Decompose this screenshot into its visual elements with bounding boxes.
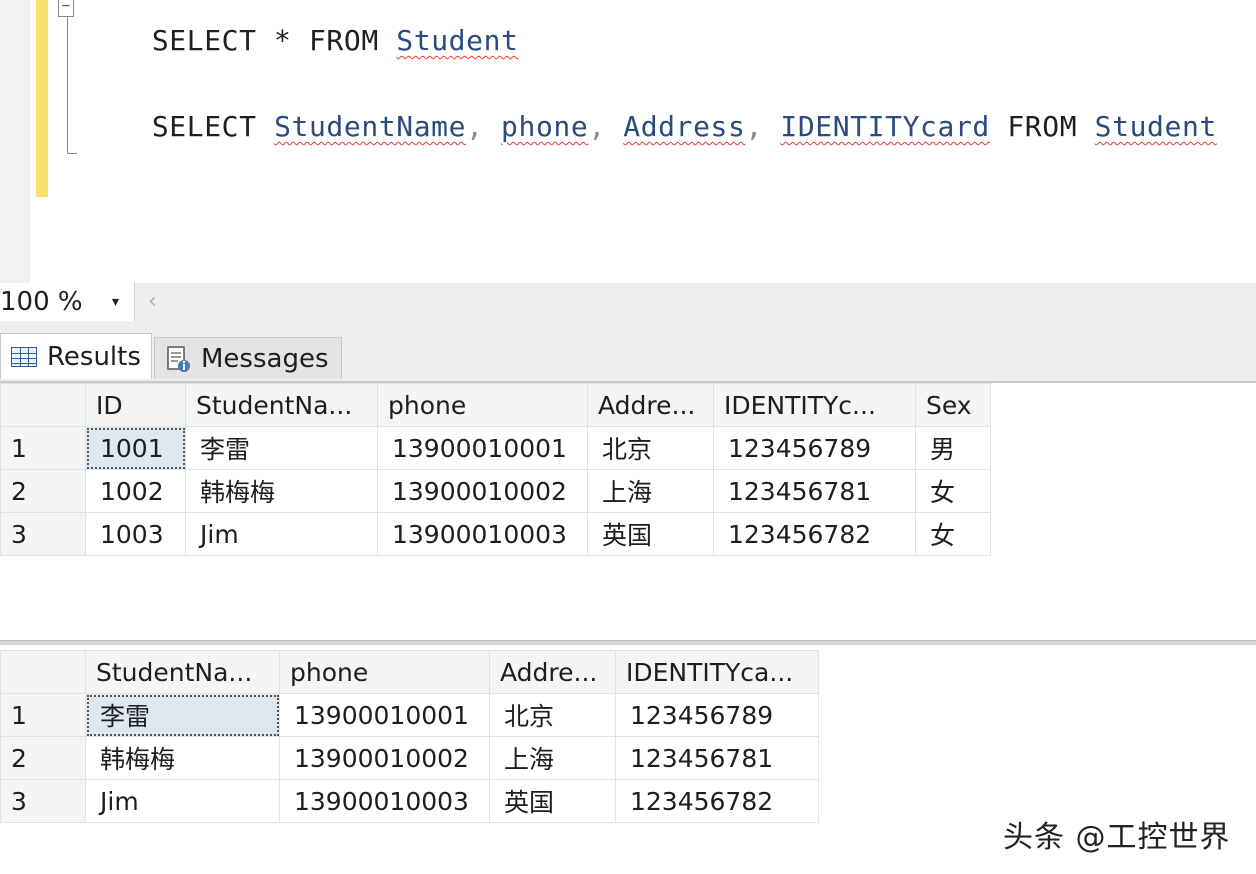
code-line-2[interactable]: SELECT StudentName, phone, Address, IDEN… (82, 76, 1217, 178)
table-cell[interactable]: 英国 (489, 779, 616, 823)
keyword-from: FROM (1007, 110, 1078, 143)
table-cell[interactable]: 李雷 (85, 693, 280, 737)
table-cell[interactable]: 123456781 (615, 736, 819, 780)
operator-star: * (256, 24, 309, 57)
comma: , (745, 110, 781, 143)
row-number[interactable]: 2 (0, 736, 86, 780)
fold-guide-end (67, 153, 77, 154)
results-grid-1[interactable]: ID StudentNa... phone Addre... IDENTITYc… (0, 383, 991, 556)
table-row: 2 1002 韩梅梅 13900010002 上海 123456781 女 (0, 469, 991, 513)
tab-messages-label: Messages (201, 343, 329, 374)
column-header-phone[interactable]: phone (377, 383, 588, 427)
results-pane-splitter[interactable] (0, 640, 1256, 645)
keyword-select: SELECT (151, 110, 257, 143)
identifier-phone: phone (501, 110, 589, 143)
row-number[interactable]: 1 (0, 693, 86, 737)
table-cell[interactable]: 韩梅梅 (85, 736, 280, 780)
column-header-studentname[interactable]: StudentNa... (185, 383, 378, 427)
table-cell[interactable]: 北京 (587, 426, 714, 470)
identifier-address: Address (623, 110, 746, 143)
table-cell[interactable]: 英国 (587, 512, 714, 556)
table-row: 2 韩梅梅 13900010002 上海 123456781 (0, 736, 819, 780)
editor-gutter (0, 0, 30, 283)
column-header-sex[interactable]: Sex (915, 383, 991, 427)
column-header-id[interactable]: ID (85, 383, 186, 427)
messages-icon (165, 345, 191, 373)
row-number[interactable]: 1 (0, 426, 86, 470)
row-number[interactable]: 2 (0, 469, 86, 513)
grid-header-row: ID StudentNa... phone Addre... IDENTITYc… (0, 383, 991, 427)
table-cell[interactable]: 13900010002 (377, 469, 588, 513)
collapse-region-icon[interactable]: − (58, 0, 74, 17)
table-row: 3 Jim 13900010003 英国 123456782 (0, 779, 819, 823)
table-cell[interactable]: 13900010003 (377, 512, 588, 556)
zoom-value: 100 % (0, 287, 83, 317)
table-cell[interactable]: 男 (915, 426, 991, 470)
table-cell[interactable]: 123456781 (713, 469, 916, 513)
keyword-select: SELECT (151, 24, 257, 57)
grid-header-row: StudentNa... phone Addre... IDENTITYca..… (0, 650, 819, 694)
table-cell[interactable]: 李雷 (185, 426, 378, 470)
table-row: 1 1001 李雷 13900010001 北京 123456789 男 (0, 426, 991, 470)
identifier-student: Student (1094, 110, 1217, 143)
tab-results[interactable]: Results (0, 333, 152, 379)
table-cell[interactable]: 123456782 (713, 512, 916, 556)
results-grid-2[interactable]: StudentNa... phone Addre... IDENTITYca..… (0, 650, 819, 823)
comma: , (588, 110, 624, 143)
keyword-from: FROM (308, 24, 379, 57)
table-cell[interactable]: 13900010003 (279, 779, 490, 823)
table-cell[interactable]: 13900010001 (377, 426, 588, 470)
column-header-address[interactable]: Addre... (587, 383, 714, 427)
identifier-identitycard: IDENTITYcard (780, 110, 990, 143)
column-header-phone[interactable]: phone (279, 650, 490, 694)
row-number[interactable]: 3 (0, 512, 86, 556)
table-cell[interactable]: 北京 (489, 693, 616, 737)
table-cell[interactable]: 1003 (85, 512, 186, 556)
table-cell[interactable]: 123456782 (615, 779, 819, 823)
column-header-studentname[interactable]: StudentNa... (85, 650, 280, 694)
tab-results-label: Results (47, 341, 141, 372)
table-row: 3 1003 Jim 13900010003 英国 123456782 女 (0, 512, 991, 556)
table-cell[interactable]: 13900010002 (279, 736, 490, 780)
row-number[interactable]: 3 (0, 779, 86, 823)
table-cell[interactable]: 上海 (587, 469, 714, 513)
table-cell[interactable]: 1001 (85, 426, 186, 470)
column-header-identitycard[interactable]: IDENTITYc... (713, 383, 916, 427)
column-header-address[interactable]: Addre... (489, 650, 616, 694)
change-indicator-bar (36, 0, 48, 197)
table-cell[interactable]: 13900010001 (279, 693, 490, 737)
identifier-studentname: StudentName (274, 110, 467, 143)
fold-guide-line (67, 17, 68, 154)
table-cell[interactable]: 上海 (489, 736, 616, 780)
table-cell[interactable]: 123456789 (615, 693, 819, 737)
identifier-student: Student (396, 24, 519, 57)
zoom-dropdown[interactable]: 100 % ▾ (0, 283, 135, 321)
query-editor[interactable]: − SELECT * FROM Student SELECT StudentNa… (0, 0, 1256, 283)
chevron-down-icon[interactable]: ▾ (112, 283, 119, 321)
scroll-left-icon[interactable]: ‹ (148, 283, 157, 321)
results-tab-strip: Results Messages (0, 323, 1256, 383)
editor-status-bar: 100 % ▾ ‹ (0, 283, 1256, 323)
watermark-text: 头条 @工控世界 (1003, 820, 1231, 855)
grid-corner[interactable] (0, 650, 86, 694)
column-header-identitycard[interactable]: IDENTITYca... (615, 650, 819, 694)
tab-messages[interactable]: Messages (154, 337, 342, 379)
grid-corner[interactable] (0, 383, 86, 427)
table-cell[interactable]: 女 (915, 512, 991, 556)
table-cell[interactable]: 123456789 (713, 426, 916, 470)
table-cell[interactable]: 1002 (85, 469, 186, 513)
table-cell[interactable]: 女 (915, 469, 991, 513)
table-cell[interactable]: Jim (185, 512, 378, 556)
table-cell[interactable]: Jim (85, 779, 280, 823)
comma: , (466, 110, 502, 143)
table-cell[interactable]: 韩梅梅 (185, 469, 378, 513)
results-grid-icon (11, 346, 37, 367)
table-row: 1 李雷 13900010001 北京 123456789 (0, 693, 819, 737)
